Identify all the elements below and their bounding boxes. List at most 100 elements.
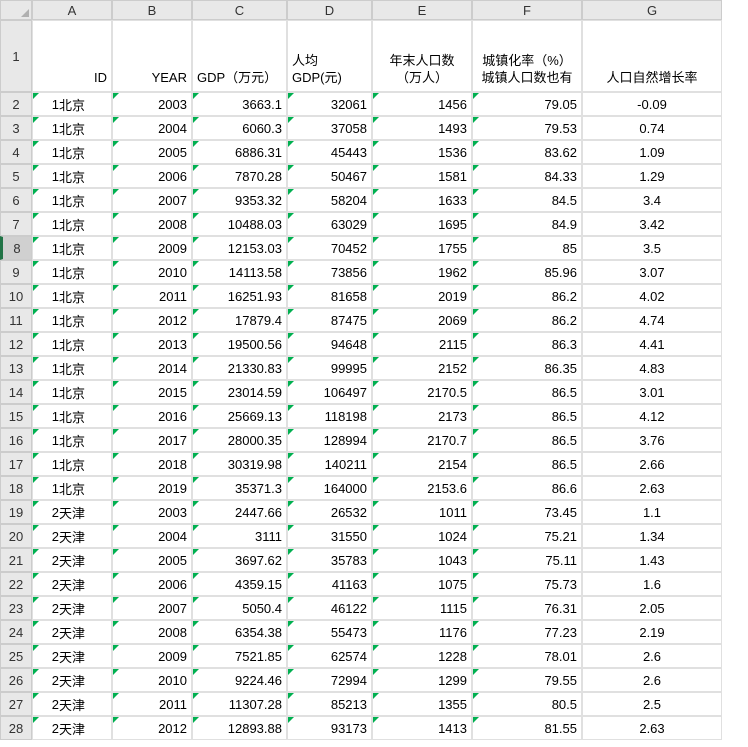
cell-f-19[interactable]: 73.45 bbox=[472, 500, 582, 524]
cell-g-15[interactable]: 4.12 bbox=[582, 404, 722, 428]
cell-g-19[interactable]: 1.1 bbox=[582, 500, 722, 524]
cell-a-21[interactable]: 2天津 bbox=[32, 548, 112, 572]
cell-f-17[interactable]: 86.5 bbox=[472, 452, 582, 476]
cell-b-26[interactable]: 2010 bbox=[112, 668, 192, 692]
cell-c-23[interactable]: 5050.4 bbox=[192, 596, 287, 620]
cell-b-9[interactable]: 2010 bbox=[112, 260, 192, 284]
row-hdr-17[interactable]: 17 bbox=[0, 452, 32, 476]
cell-e-6[interactable]: 1633 bbox=[372, 188, 472, 212]
cell-g-2[interactable]: -0.09 bbox=[582, 92, 722, 116]
row-hdr-5[interactable]: 5 bbox=[0, 164, 32, 188]
cell-b-23[interactable]: 2007 bbox=[112, 596, 192, 620]
row-hdr-22[interactable]: 22 bbox=[0, 572, 32, 596]
row-hdr-15[interactable]: 15 bbox=[0, 404, 32, 428]
cell-e-4[interactable]: 1536 bbox=[372, 140, 472, 164]
col-hdr-c[interactable]: C bbox=[192, 0, 287, 20]
cell-b-20[interactable]: 2004 bbox=[112, 524, 192, 548]
cell-c-16[interactable]: 28000.35 bbox=[192, 428, 287, 452]
cell-b-28[interactable]: 2012 bbox=[112, 716, 192, 740]
cell-d-26[interactable]: 72994 bbox=[287, 668, 372, 692]
row-hdr-6[interactable]: 6 bbox=[0, 188, 32, 212]
row-hdr-1[interactable]: 1 bbox=[0, 20, 32, 92]
cell-c-26[interactable]: 9224.46 bbox=[192, 668, 287, 692]
cell-d-23[interactable]: 46122 bbox=[287, 596, 372, 620]
cell-c-22[interactable]: 4359.15 bbox=[192, 572, 287, 596]
cell-c-2[interactable]: 3663.1 bbox=[192, 92, 287, 116]
cell-e-11[interactable]: 2069 bbox=[372, 308, 472, 332]
cell-e-22[interactable]: 1075 bbox=[372, 572, 472, 596]
cell-a-13[interactable]: 1北京 bbox=[32, 356, 112, 380]
cell-b-12[interactable]: 2013 bbox=[112, 332, 192, 356]
cell-f-4[interactable]: 83.62 bbox=[472, 140, 582, 164]
cell-e-12[interactable]: 2115 bbox=[372, 332, 472, 356]
cell-g-27[interactable]: 2.5 bbox=[582, 692, 722, 716]
cell-c-7[interactable]: 10488.03 bbox=[192, 212, 287, 236]
cell-g-14[interactable]: 3.01 bbox=[582, 380, 722, 404]
cell-a-4[interactable]: 1北京 bbox=[32, 140, 112, 164]
col-hdr-g[interactable]: G bbox=[582, 0, 722, 20]
cell-c-10[interactable]: 16251.93 bbox=[192, 284, 287, 308]
cell-a-15[interactable]: 1北京 bbox=[32, 404, 112, 428]
cell-g-17[interactable]: 2.66 bbox=[582, 452, 722, 476]
cell-b-6[interactable]: 2007 bbox=[112, 188, 192, 212]
cell-e-28[interactable]: 1413 bbox=[372, 716, 472, 740]
cell-b-10[interactable]: 2011 bbox=[112, 284, 192, 308]
cell-d-16[interactable]: 128994 bbox=[287, 428, 372, 452]
row-hdr-20[interactable]: 20 bbox=[0, 524, 32, 548]
cell-g-20[interactable]: 1.34 bbox=[582, 524, 722, 548]
cell-a-23[interactable]: 2天津 bbox=[32, 596, 112, 620]
cell-f-15[interactable]: 86.5 bbox=[472, 404, 582, 428]
cell-c-28[interactable]: 12893.88 bbox=[192, 716, 287, 740]
row-hdr-24[interactable]: 24 bbox=[0, 620, 32, 644]
cell-g-3[interactable]: 0.74 bbox=[582, 116, 722, 140]
cell-f-3[interactable]: 79.53 bbox=[472, 116, 582, 140]
cell-a-8[interactable]: 1北京 bbox=[32, 236, 112, 260]
row-hdr-3[interactable]: 3 bbox=[0, 116, 32, 140]
cell-d-27[interactable]: 85213 bbox=[287, 692, 372, 716]
cell-f-24[interactable]: 77.23 bbox=[472, 620, 582, 644]
cell-d-28[interactable]: 93173 bbox=[287, 716, 372, 740]
cell-f-7[interactable]: 84.9 bbox=[472, 212, 582, 236]
cell-e-18[interactable]: 2153.6 bbox=[372, 476, 472, 500]
cell-c-5[interactable]: 7870.28 bbox=[192, 164, 287, 188]
cell-a-7[interactable]: 1北京 bbox=[32, 212, 112, 236]
cell-b-17[interactable]: 2018 bbox=[112, 452, 192, 476]
cell-a-3[interactable]: 1北京 bbox=[32, 116, 112, 140]
cell-g-9[interactable]: 3.07 bbox=[582, 260, 722, 284]
cell-b-25[interactable]: 2009 bbox=[112, 644, 192, 668]
cell-b-2[interactable]: 2003 bbox=[112, 92, 192, 116]
row-hdr-10[interactable]: 10 bbox=[0, 284, 32, 308]
row-hdr-21[interactable]: 21 bbox=[0, 548, 32, 572]
cell-g-22[interactable]: 1.6 bbox=[582, 572, 722, 596]
row-hdr-16[interactable]: 16 bbox=[0, 428, 32, 452]
cell-b-16[interactable]: 2017 bbox=[112, 428, 192, 452]
cell-d-25[interactable]: 62574 bbox=[287, 644, 372, 668]
cell-f-13[interactable]: 86.35 bbox=[472, 356, 582, 380]
cell-e-15[interactable]: 2173 bbox=[372, 404, 472, 428]
header-growth-rate[interactable]: 人口自然增长率 bbox=[582, 20, 722, 92]
cell-f-22[interactable]: 75.73 bbox=[472, 572, 582, 596]
row-hdr-12[interactable]: 12 bbox=[0, 332, 32, 356]
cell-b-27[interactable]: 2011 bbox=[112, 692, 192, 716]
cell-e-10[interactable]: 2019 bbox=[372, 284, 472, 308]
cell-g-11[interactable]: 4.74 bbox=[582, 308, 722, 332]
cell-c-27[interactable]: 11307.28 bbox=[192, 692, 287, 716]
cell-e-20[interactable]: 1024 bbox=[372, 524, 472, 548]
cell-e-17[interactable]: 2154 bbox=[372, 452, 472, 476]
cell-c-12[interactable]: 19500.56 bbox=[192, 332, 287, 356]
cell-g-5[interactable]: 1.29 bbox=[582, 164, 722, 188]
cell-d-13[interactable]: 99995 bbox=[287, 356, 372, 380]
col-hdr-f[interactable]: F bbox=[472, 0, 582, 20]
header-year[interactable]: YEAR bbox=[112, 20, 192, 92]
row-hdr-14[interactable]: 14 bbox=[0, 380, 32, 404]
cell-c-9[interactable]: 14113.58 bbox=[192, 260, 287, 284]
cell-e-14[interactable]: 2170.5 bbox=[372, 380, 472, 404]
cell-g-16[interactable]: 3.76 bbox=[582, 428, 722, 452]
cell-f-12[interactable]: 86.3 bbox=[472, 332, 582, 356]
cell-f-5[interactable]: 84.33 bbox=[472, 164, 582, 188]
cell-c-3[interactable]: 6060.3 bbox=[192, 116, 287, 140]
col-hdr-e[interactable]: E bbox=[372, 0, 472, 20]
cell-d-24[interactable]: 55473 bbox=[287, 620, 372, 644]
cell-d-9[interactable]: 73856 bbox=[287, 260, 372, 284]
cell-b-19[interactable]: 2003 bbox=[112, 500, 192, 524]
